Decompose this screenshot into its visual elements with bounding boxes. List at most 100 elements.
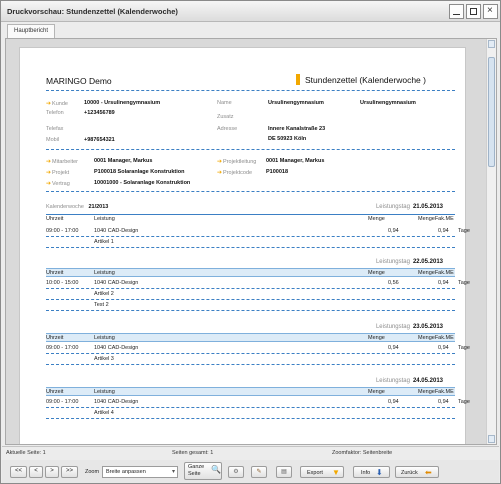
table-header: Uhrzeit Leistung Menge MengeFak.ME [46, 387, 455, 396]
cell-unit: Tage [458, 345, 470, 351]
col-menge: Menge [368, 335, 385, 341]
table-row: Artikel 3 [46, 354, 455, 365]
table-header: Uhrzeit Leistung Menge MengeFak.ME [46, 268, 455, 277]
prev-page-button[interactable]: < [29, 466, 43, 478]
projektcode-value: P100018 [266, 169, 289, 175]
arrow-link-icon[interactable]: ➔ [217, 159, 222, 165]
back-button[interactable]: Zurück ⬅ [395, 466, 439, 478]
whole-page-label-2: Seite [188, 471, 201, 477]
close-button[interactable]: × [483, 4, 498, 19]
document-icon: ▤ [281, 469, 287, 475]
zoom-factor-status: Zoomfaktor: Seitenbreite [332, 450, 393, 456]
adresse-line1: Innere Kanalstraße 23 [268, 126, 326, 132]
zoom-select-value: Breite anpassen [106, 469, 146, 475]
cell-article: Artikel 1 [94, 239, 114, 245]
col-leistung: Leistung [94, 270, 115, 276]
preview-toolbar: << < > >> Zoom Breite anpassen ▾ Ganze S… [2, 460, 499, 483]
projekt-value: P100018 Solaranlage Konstruktion [94, 169, 185, 175]
tab-hauptbericht[interactable]: Hauptbericht [7, 24, 56, 38]
cell-fak: 0,94 [438, 399, 449, 405]
field-projektcode: ➔Projektcode [217, 170, 253, 176]
scroll-up-button[interactable] [488, 40, 495, 48]
cell-time: 10:00 - 15:00 [46, 280, 79, 286]
arrow-link-icon[interactable]: ➔ [46, 181, 51, 187]
zoom-select[interactable]: Breite anpassen ▾ [102, 466, 178, 478]
col-mengefakme: MengeFak.ME [418, 389, 454, 395]
col-menge: Menge [368, 389, 385, 395]
divider [46, 90, 455, 91]
table-row: 09:00 - 17:00 1040 CAD-Design 0,94 0,94 … [46, 226, 470, 237]
arrow-link-icon[interactable]: ➔ [217, 170, 222, 176]
table-row: Artikel 4 [46, 408, 455, 419]
table-row: 09:00 - 17:00 1040 CAD-Design 0,94 0,94 … [46, 397, 470, 408]
print-button[interactable]: ⚙ [228, 466, 244, 478]
next-page-button[interactable]: > [45, 466, 59, 478]
document-title: Stundenzettel (Kalenderwoche ) [305, 75, 426, 85]
cell-time: 09:00 - 17:00 [46, 345, 79, 351]
info-button[interactable]: Info ⬇ [353, 466, 390, 478]
col-uhrzeit: Uhrzeit [46, 270, 64, 276]
table-row: 09:00 - 17:00 1040 CAD-Design 0,94 0,94 … [46, 343, 470, 354]
arrow-left-icon: ⬅ [425, 468, 432, 477]
first-page-button[interactable]: << [10, 466, 27, 478]
field-vertrag: ➔Vertrag [46, 181, 70, 187]
col-leistung: Leistung [94, 335, 115, 341]
export-label: Export [307, 470, 323, 476]
cell-article: Artikel 2 [94, 291, 114, 297]
telefon-value: +123456789 [84, 110, 115, 116]
field-projektleitung: ➔Projektleitung [217, 159, 257, 165]
adresse-line2: DE 50923 Köln [268, 136, 307, 142]
whole-page-label-1: Ganze [188, 464, 205, 470]
divider [46, 214, 455, 215]
cell-fak: 0,94 [438, 280, 449, 286]
table-row: Artikel 2 [46, 289, 455, 300]
projektleitung-value: 0001 Manager, Markus [266, 158, 325, 164]
leistungstag-date: Leistungstag 23.05.2013 [375, 324, 443, 330]
mobil-label: Mobil [46, 137, 60, 143]
leistungstag-date: Leistungstag 22.05.2013 [375, 259, 443, 265]
company-name: MARINGO Demo [46, 76, 112, 86]
table-row: Artikel 1 [46, 237, 455, 248]
arrow-link-icon[interactable]: ➔ [46, 170, 51, 176]
whole-page-button[interactable]: Ganze Seite 🔍 [184, 462, 222, 480]
cell-service: 1040 CAD-Design [94, 280, 139, 286]
divider [46, 191, 455, 192]
name-value-2: Ursulinengymnasium [360, 100, 416, 106]
table-row: 10:00 - 15:00 1040 CAD-Design 0,56 0,94 … [46, 278, 470, 289]
adresse-label: Adresse [217, 126, 238, 132]
report-viewer: MARINGO Demo Stundenzettel (Kalenderwoch… [5, 38, 497, 445]
last-page-button[interactable]: >> [61, 466, 78, 478]
cell-note: Test 2 [94, 302, 109, 308]
telefon-label: Telefon [46, 110, 64, 116]
maximize-button[interactable] [466, 4, 481, 19]
col-leistung: Leistung [94, 216, 115, 222]
field-kunde: ➔Kunde [46, 101, 68, 107]
cell-time: 09:00 - 17:00 [46, 228, 79, 234]
pages-total-status: Seiten gesamt: 1 [172, 450, 214, 456]
tab-bar: Hauptbericht [5, 24, 497, 38]
col-mengefakme: MengeFak.ME [418, 270, 454, 276]
attach-button[interactable]: ✎ [251, 466, 267, 478]
title-bar: Druckvorschau: Stundenzettel (Kalenderwo… [1, 1, 500, 22]
scrollbar-thumb[interactable] [488, 57, 495, 167]
leistungstag-date: Leistungstag 21.05.2013 [375, 204, 443, 210]
maximize-icon [470, 8, 477, 15]
arrow-link-icon[interactable]: ➔ [46, 159, 51, 165]
close-icon: × [487, 5, 493, 16]
cell-unit: Tage [458, 280, 470, 286]
scroll-down-button[interactable] [488, 435, 495, 443]
col-menge: Menge [368, 216, 385, 222]
minimize-button[interactable] [449, 4, 464, 19]
print-icon: ⚙ [233, 469, 239, 475]
arrow-link-icon[interactable]: ➔ [46, 101, 51, 107]
paperclip-icon: ✎ [256, 469, 262, 475]
col-leistung: Leistung [94, 389, 115, 395]
export-button[interactable]: Export ▼ [300, 466, 344, 478]
col-mengefakme: MengeFak.ME [418, 216, 454, 222]
vertical-scrollbar[interactable] [486, 39, 496, 444]
window-title: Druckvorschau: Stundenzettel (Kalenderwo… [7, 7, 178, 16]
settings-button[interactable]: ▤ [276, 466, 292, 478]
telefax-label: Telefax [46, 126, 64, 132]
zoom-label: Zoom [85, 469, 100, 475]
col-mengefakme: MengeFak.ME [418, 335, 454, 341]
